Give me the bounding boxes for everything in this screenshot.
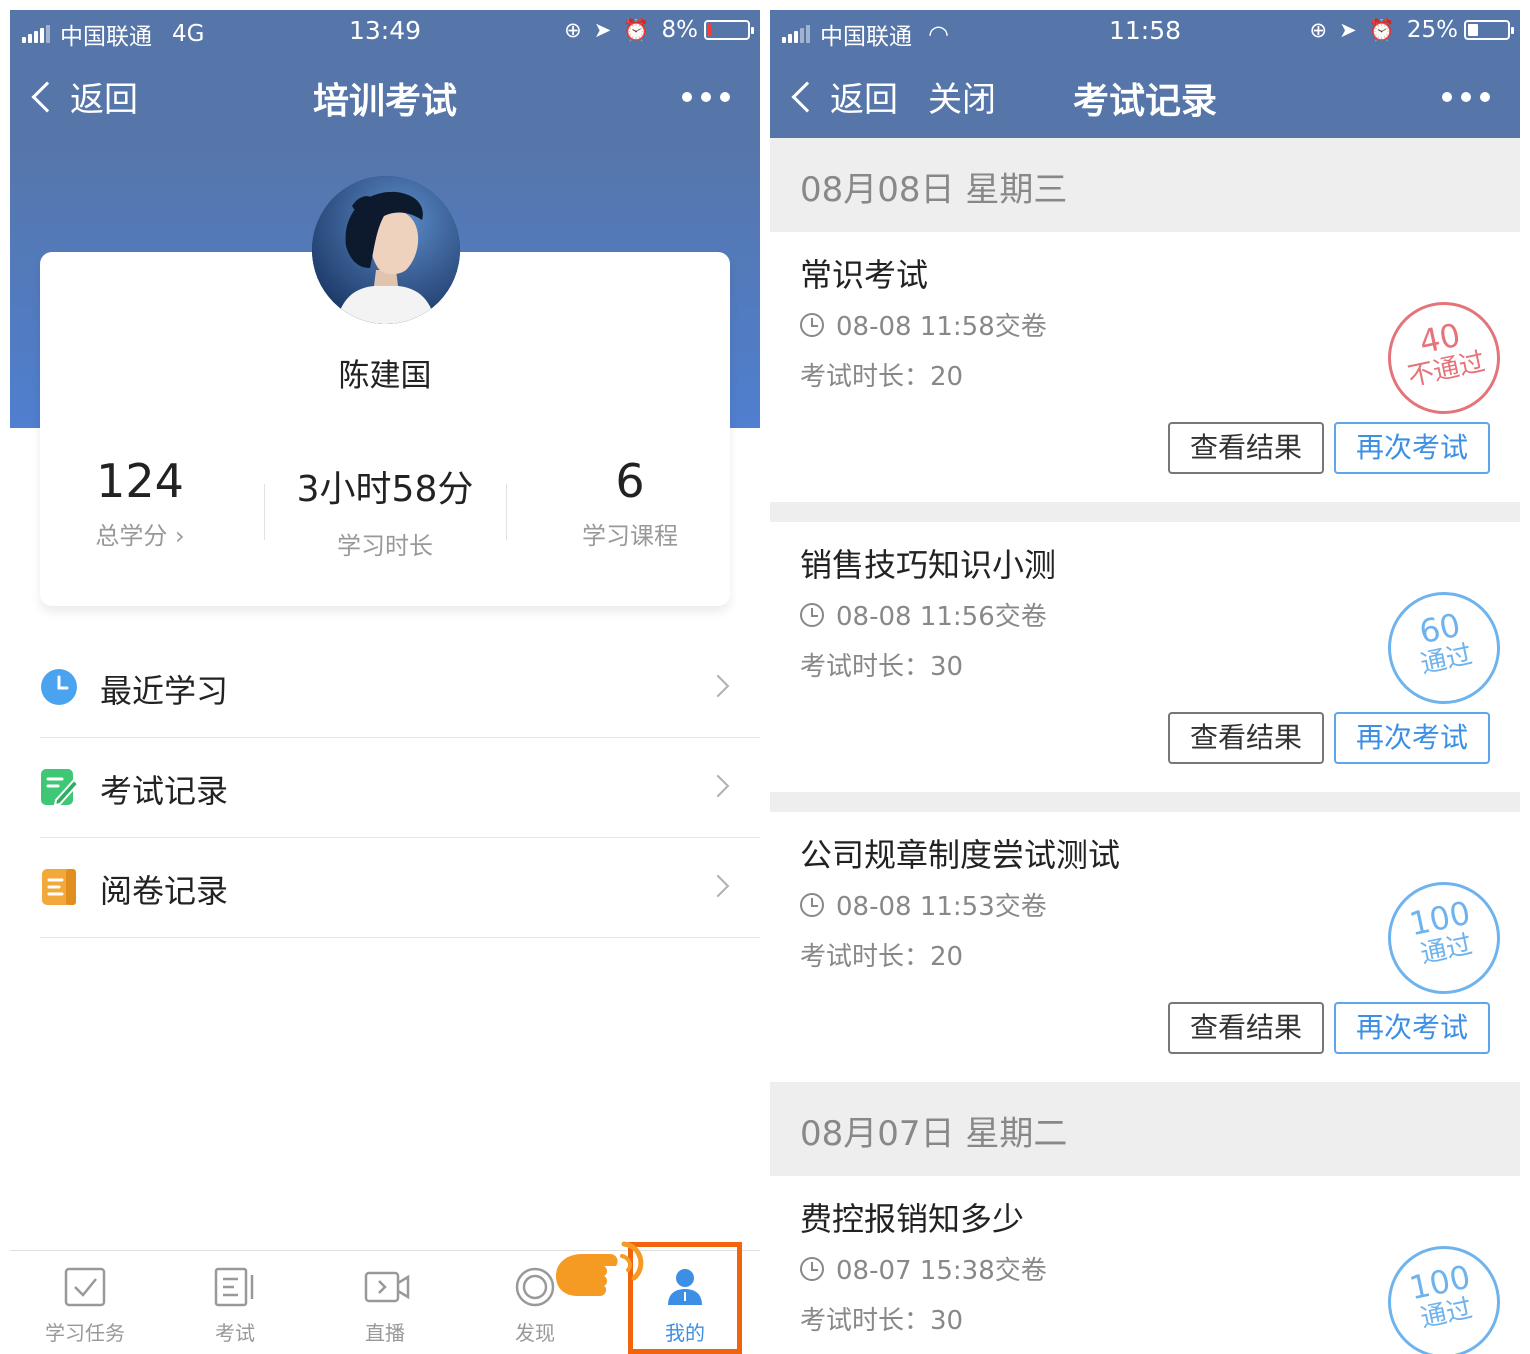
view-result-button[interactable]: 查看结果: [1168, 422, 1324, 474]
clock-icon: [800, 602, 824, 627]
rotation-lock-icon: ⊕: [564, 18, 582, 42]
tab-study-tasks[interactable]: 学习任务: [10, 1251, 160, 1354]
submit-time-text: 08-07 15:38交卷: [836, 1256, 1047, 1286]
exam-duration: 考试时长：30: [800, 1306, 964, 1336]
menu-item-recent-study[interactable]: 最近学习: [40, 638, 760, 738]
submit-time: 08-08 11:56交卷: [800, 596, 1047, 633]
more-dots-icon[interactable]: [1442, 92, 1490, 102]
chevron-right-icon: [706, 874, 730, 898]
exam-title: 费控报销知多少: [800, 1200, 1025, 1238]
menu-item-review-records[interactable]: 阅卷记录: [40, 838, 760, 938]
view-result-button[interactable]: 查看结果: [1168, 712, 1324, 764]
stat-value: 124: [96, 454, 184, 508]
tab-label: 学习任务: [45, 1321, 125, 1345]
video-icon: [364, 1271, 410, 1303]
retake-exam-button[interactable]: 再次考试: [1334, 422, 1490, 474]
date-label: 08月07日 星期二: [800, 1114, 1068, 1154]
phone-screen-exam-records: 中国联通 ◠ 11:58 ⊕ ➤ ⏰ 25% 返回 关闭 考试记录 08月08日…: [770, 10, 1520, 1354]
tab-exam[interactable]: 考试: [160, 1251, 310, 1354]
exam-title: 公司规章制度尝试测试: [800, 836, 1121, 874]
navigation-bar: 返回 关闭 考试记录: [770, 52, 1520, 138]
location-icon: ➤: [593, 18, 612, 42]
clock-icon: [800, 312, 824, 337]
menu-item-exam-records[interactable]: 考试记录: [40, 738, 760, 838]
battery-percent: 25%: [1406, 17, 1458, 43]
submit-time-text: 08-08 11:56交卷: [836, 602, 1047, 632]
submit-time: 08-08 11:58交卷: [800, 306, 1047, 343]
exam-record-card: 费控报销知多少 08-07 15:38交卷 考试时长：30 100 通过: [770, 1176, 1520, 1354]
tab-label: 直播: [365, 1321, 405, 1345]
date-label: 08月08日 星期三: [800, 170, 1068, 210]
document-icon: [42, 869, 76, 905]
stat-label: 总学分 ›: [95, 522, 185, 550]
battery-icon: [704, 20, 754, 40]
exam-duration: 考试时长：20: [800, 942, 964, 972]
tab-live[interactable]: 直播: [310, 1251, 460, 1354]
pointing-hand-icon: [556, 1241, 644, 1296]
chevron-right-icon: [706, 774, 730, 798]
menu-label: 最近学习: [100, 672, 229, 710]
result-stamp: 40 不通过: [1377, 291, 1511, 425]
clock-icon: [800, 1256, 824, 1281]
retake-exam-button[interactable]: 再次考试: [1334, 712, 1490, 764]
page-title: 培训考试: [312, 81, 457, 122]
stat-label: 学习课程: [582, 522, 678, 550]
view-result-button[interactable]: 查看结果: [1168, 1002, 1324, 1054]
alarm-icon: ⏰: [623, 17, 650, 42]
stat-value: 3小时58分: [296, 469, 474, 510]
date-group-header: 08月07日 星期二: [770, 1082, 1520, 1176]
rotation-lock-icon: ⊕: [1309, 18, 1328, 42]
avatar[interactable]: [312, 176, 460, 324]
status-bar: 中国联通 4G 13:49 ⊕ ➤ ⏰ 8%: [10, 10, 760, 52]
page-title: 考试记录: [1072, 81, 1217, 122]
user-name: 陈建国: [338, 358, 432, 394]
menu-label: 考试记录: [100, 772, 229, 810]
status-bar: 中国联通 ◠ 11:58 ⊕ ➤ ⏰ 25%: [770, 10, 1520, 52]
stat-total-credits[interactable]: 124 总学分 ›: [15, 454, 265, 551]
alarm-icon: ⏰: [1368, 17, 1395, 42]
stat-value: 6: [615, 454, 645, 508]
exam-record-card: 销售技巧知识小测 08-08 11:56交卷 考试时长：30 60 通过 查看结…: [770, 522, 1520, 792]
exam-icon: [214, 1267, 254, 1307]
tab-label: 考试: [215, 1321, 255, 1345]
edit-icon: [41, 769, 78, 806]
date-group-header: 08月08日 星期三: [770, 138, 1520, 232]
exam-title: 销售技巧知识小测: [800, 546, 1057, 584]
exam-title: 常识考试: [800, 256, 929, 294]
location-icon: ➤: [1339, 18, 1357, 42]
result-stamp: 100 通过: [1377, 871, 1511, 1005]
submit-time: 08-07 15:38交卷: [800, 1250, 1047, 1287]
exam-record-card: 公司规章制度尝试测试 08-08 11:53交卷 考试时长：20 100 通过 …: [770, 812, 1520, 1082]
tab-label: 发现: [515, 1321, 555, 1345]
stat-label: 学习时长: [337, 532, 433, 560]
clock-icon: [800, 892, 824, 917]
clock-icon: [41, 669, 77, 705]
checkbox-icon: [64, 1267, 106, 1307]
battery-icon: [1464, 20, 1514, 40]
submit-time: 08-08 11:53交卷: [800, 886, 1047, 923]
menu-label: 阅卷记录: [100, 872, 229, 910]
exam-duration: 考试时长：30: [800, 652, 964, 682]
submit-time-text: 08-08 11:53交卷: [836, 892, 1047, 922]
result-stamp: 100 通过: [1377, 1235, 1511, 1354]
battery-percent: 8%: [661, 17, 699, 43]
submit-time-text: 08-08 11:58交卷: [836, 312, 1047, 342]
stat-study-time: 3小时58分 学习时长: [260, 454, 510, 561]
exam-record-card: 常识考试 08-08 11:58交卷 考试时长：20 40 不通过 查看结果 再…: [770, 232, 1520, 502]
chevron-right-icon: [706, 674, 730, 698]
navigation-bar: 返回 培训考试: [10, 52, 760, 138]
result-stamp: 60 通过: [1377, 581, 1511, 715]
more-dots-icon[interactable]: [682, 92, 730, 102]
exam-duration: 考试时长：20: [800, 362, 964, 392]
phone-screen-profile: 中国联通 4G 13:49 ⊕ ➤ ⏰ 8% 返回 培训考试 陈建国 124 总…: [10, 10, 760, 1354]
retake-exam-button[interactable]: 再次考试: [1334, 1002, 1490, 1054]
stat-courses: 6 学习课程: [505, 454, 755, 551]
